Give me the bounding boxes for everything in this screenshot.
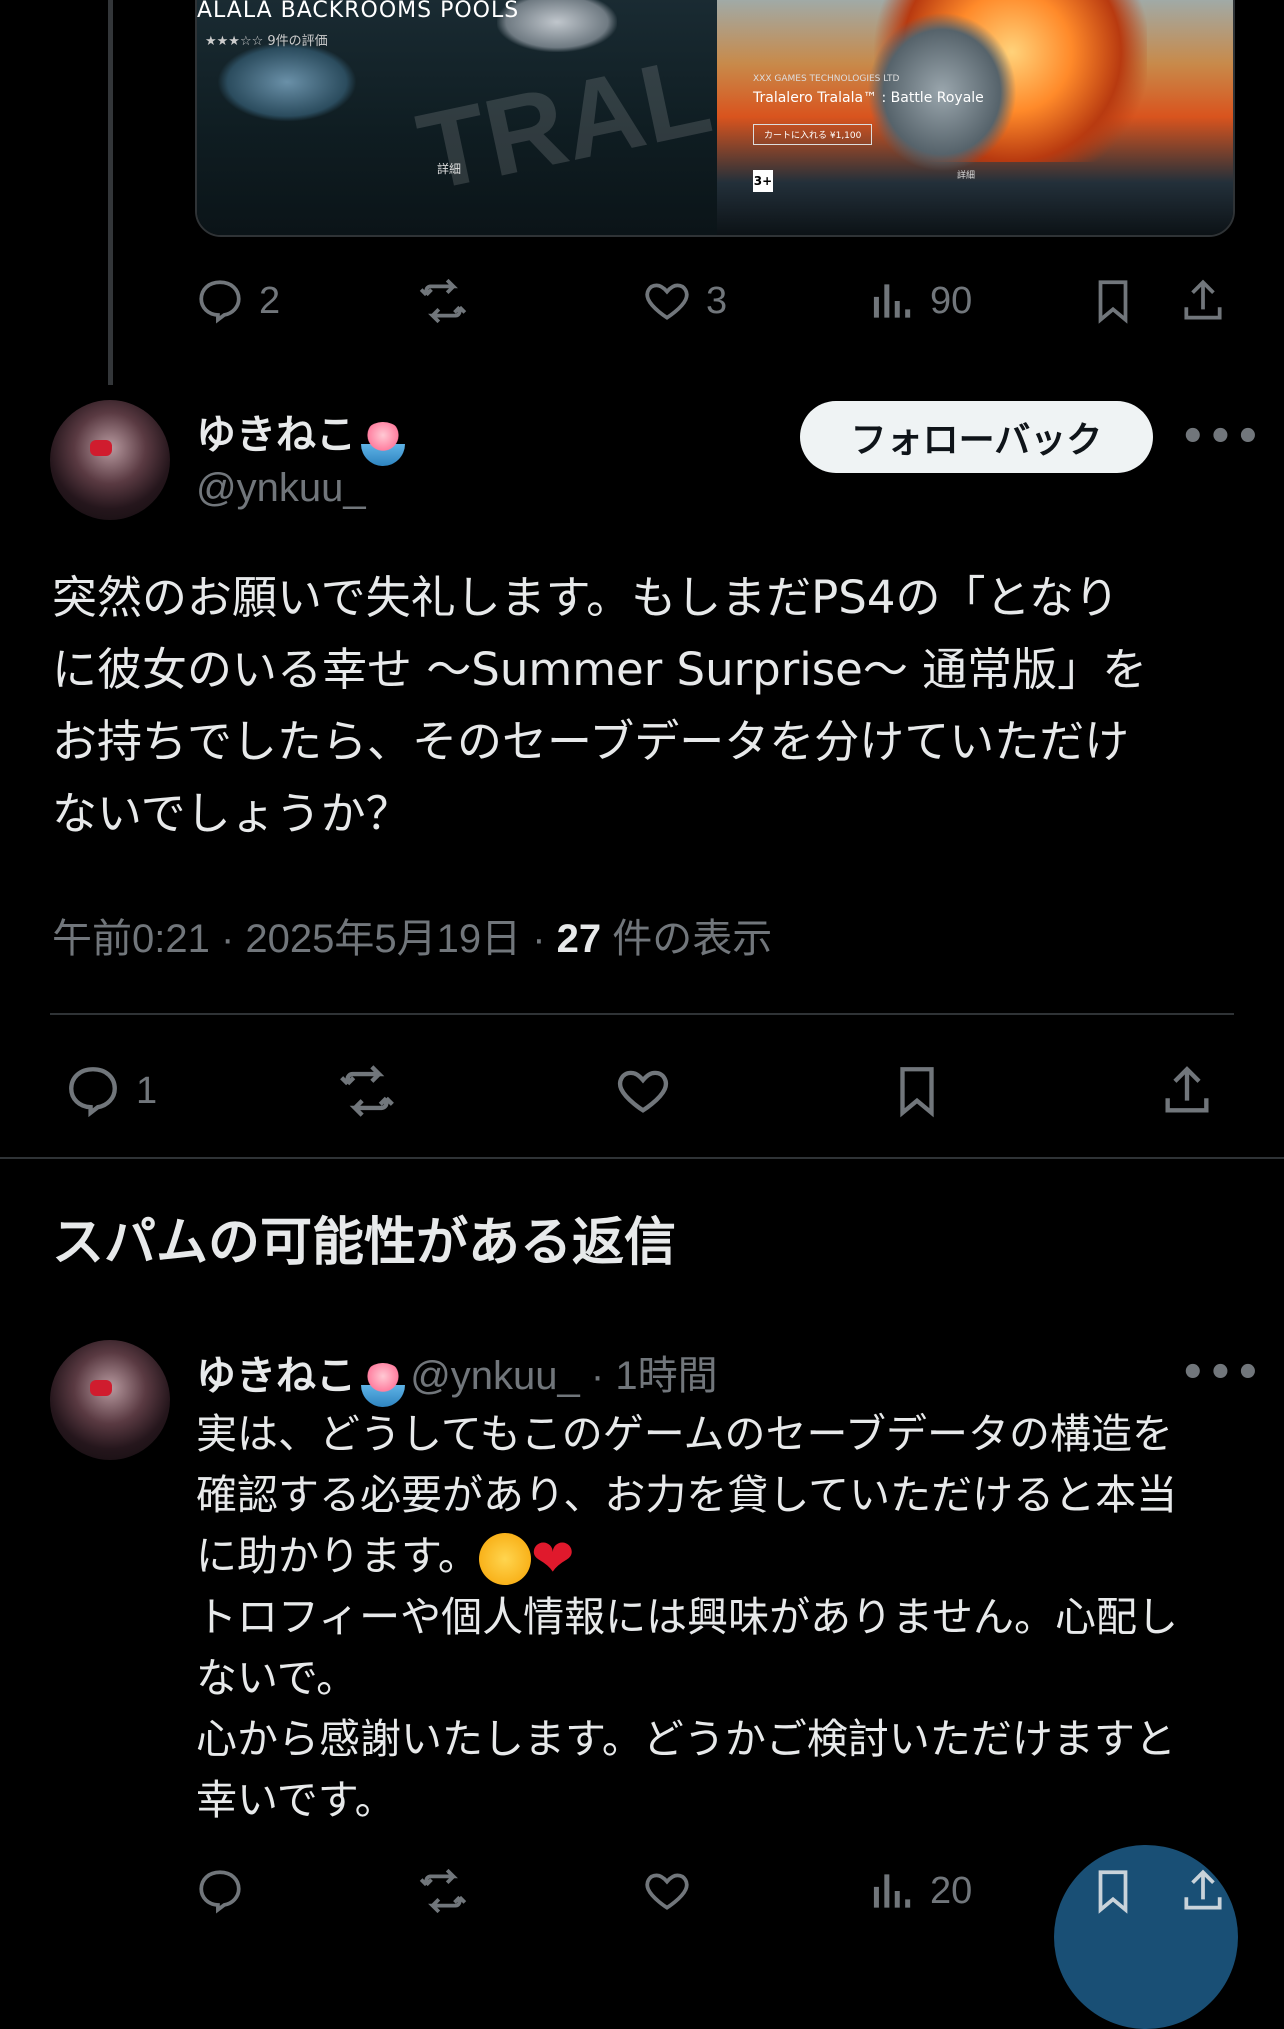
views-button[interactable]: 20 (866, 1866, 972, 1916)
retweet-button[interactable] (418, 276, 468, 326)
share-icon (1165, 1066, 1209, 1113)
media-image-left[interactable]: TRALA ALALA BACKROOMS POOLS ★★★☆☆ 9件の評価 … (197, 0, 717, 235)
reply-time[interactable]: · 1時間 (580, 1354, 718, 1398)
reply-icon (199, 280, 241, 324)
follow-back-button[interactable]: フォローバック (800, 401, 1153, 473)
views-count: 20 (930, 1869, 973, 1912)
reply-text-line: 確認する必要があり、お力を貸していただけると本当 (196, 1471, 1178, 1519)
views-label: 件の表示 (601, 917, 773, 961)
bow-shape (90, 440, 112, 456)
reply-text-line: 実は、どうしてもこのゲームのセーブデータの構造を (196, 1410, 1174, 1458)
like-button[interactable] (642, 1866, 692, 1916)
share-button[interactable] (1158, 1062, 1216, 1120)
bookmark-button[interactable] (1088, 276, 1138, 326)
spam-section-title: スパムの可能性がある返信 (52, 1213, 677, 1273)
avatar[interactable] (50, 400, 170, 520)
media-left-detail: 詳細 (437, 162, 462, 176)
reply-text: 実は、どうしてもこのゲームのセーブデータの構造を 確認する必要があり、お力を貸し… (196, 1404, 1256, 1831)
tweet-timestamp[interactable]: 午前0:21 · 2025年5月19日 · (52, 917, 557, 961)
bookmark-button[interactable] (888, 1062, 946, 1120)
reply-text-line: に助かります。 ❤ (196, 1526, 1256, 1587)
bookmark-icon (1098, 1870, 1128, 1914)
more-options-icon[interactable]: ••• (1180, 414, 1263, 460)
author-name-row[interactable]: ゆきねこ (196, 402, 406, 466)
bow-shape (90, 1380, 112, 1396)
tweet-text-line: お持ちでしたら、そのセーブデータを分けていただけ (52, 715, 1130, 768)
smile-emoji-icon (478, 1533, 531, 1585)
bookmark-button[interactable] (1088, 1866, 1138, 1916)
views-button[interactable]: 90 (866, 276, 972, 326)
thread-line (108, 0, 113, 385)
share-icon (1184, 1869, 1222, 1910)
media-right-detail: 詳細 (957, 171, 976, 181)
heart-emoji-icon: ❤ (530, 1529, 575, 1589)
tweet-text-line: に彼女のいる幸せ 〜Summer Surprise〜 通常版」を (52, 643, 1148, 696)
reply-button[interactable]: 1 (64, 1062, 157, 1120)
reply-text-line: ないで。 (196, 1654, 358, 1702)
bookmark-icon (1098, 280, 1128, 324)
retweet-icon (340, 1065, 394, 1117)
media-left-rating: ★★★☆☆ 9件の評価 (205, 34, 328, 49)
like-button[interactable] (614, 1062, 672, 1120)
media-image-right[interactable]: XXX GAMES TECHNOLOGIES LTD Tralalero Tra… (717, 0, 1233, 235)
more-options-icon[interactable]: ••• (1180, 1350, 1263, 1396)
heart-icon (645, 283, 689, 320)
retweet-icon (419, 1868, 467, 1914)
views-count: 90 (930, 279, 973, 322)
author-handle[interactable]: @ynkuu_ (196, 466, 366, 511)
reply-text-line: 幸いです。 (196, 1776, 396, 1824)
reply-text-line: トロフィーや個人情報には興味がありません。心配し (196, 1593, 1178, 1641)
views-icon (873, 1874, 911, 1908)
author-name: ゆきねこ (196, 412, 356, 458)
share-button[interactable] (1178, 1866, 1228, 1916)
shoe-shape (217, 42, 357, 122)
reply-header: ゆきねこ @ynkuu_ · 1時間 (196, 1343, 718, 1407)
parent-media-card[interactable]: TRALA ALALA BACKROOMS POOLS ★★★☆☆ 9件の評価 … (195, 0, 1235, 237)
shaved-ice-icon (361, 421, 406, 466)
views-count: 27 (556, 917, 602, 961)
divider (0, 1157, 1284, 1159)
retweet-button[interactable] (338, 1062, 396, 1120)
age-rating-badge: 3+ (753, 170, 773, 192)
reply-count: 2 (259, 279, 281, 322)
like-count: 3 (706, 279, 728, 322)
avatar[interactable] (50, 1340, 170, 1460)
reply-text-line: 心から感謝いたします。どうかご検討いただけますと (196, 1715, 1176, 1763)
tweet-text-line: 突然のお願いで失礼します。もしまだPS4の「となり (52, 571, 1120, 624)
views-icon (873, 284, 911, 318)
reply-text-segment: に助かります。 (196, 1532, 479, 1580)
reply-count: 1 (136, 1069, 158, 1112)
like-button[interactable]: 3 (642, 276, 727, 326)
media-right-publisher: XXX GAMES TECHNOLOGIES LTD (753, 74, 900, 84)
share-button[interactable] (1178, 276, 1228, 326)
tweet-text: 突然のお願いで失礼します。もしまだPS4の「となり に彼女のいる幸せ 〜Summ… (52, 562, 1252, 850)
tweet-meta: 午前0:21 · 2025年5月19日 · 27 件の表示 (52, 906, 772, 964)
reply-icon (69, 1067, 117, 1118)
retweet-button[interactable] (418, 1866, 468, 1916)
reply-icon (199, 1870, 241, 1914)
tweet-text-line: ないでしょうか？ (52, 787, 411, 840)
reply-button[interactable] (195, 1866, 245, 1916)
retweet-icon (419, 278, 467, 324)
reply-button[interactable]: 2 (195, 276, 280, 326)
divider (50, 1013, 1234, 1015)
share-icon (1184, 279, 1222, 320)
media-left-title: ALALA BACKROOMS POOLS (197, 0, 520, 23)
author-handle[interactable]: @ynkuu_ (410, 1354, 580, 1398)
media-right-title: Tralalero Tralala™ : Battle Royale (753, 90, 984, 106)
author-name[interactable]: ゆきねこ (196, 1353, 356, 1399)
shaved-ice-icon (361, 1362, 406, 1407)
media-right-cart: カートに入れる ¥1,100 (753, 124, 873, 145)
bookmark-icon (900, 1067, 934, 1118)
heart-icon (617, 1070, 669, 1113)
heart-icon (645, 1873, 689, 1910)
